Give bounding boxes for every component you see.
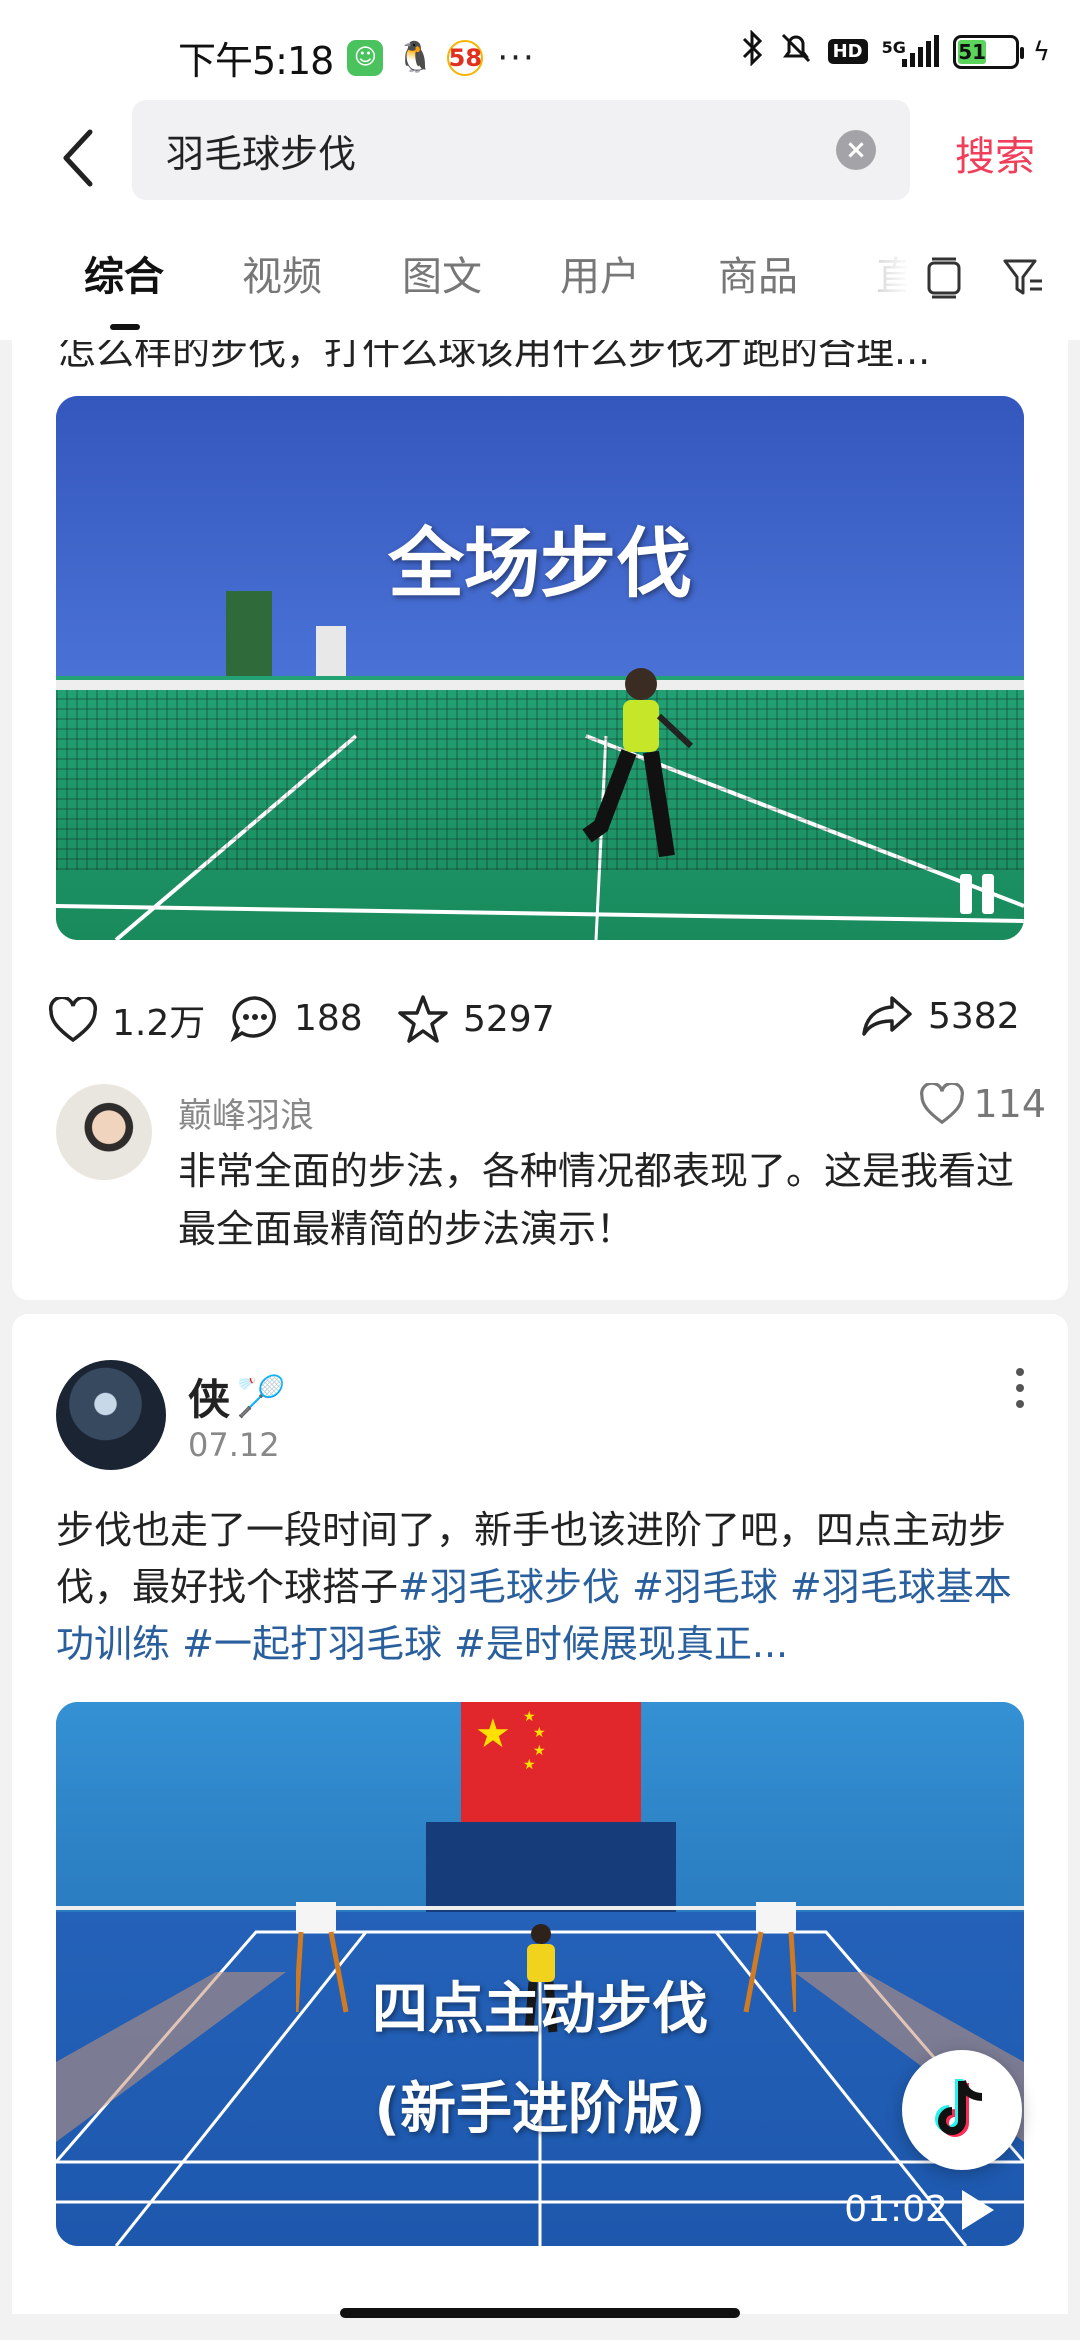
video-title-line2: (新手进阶版): [374, 2077, 706, 2142]
comment-like-count: 114: [973, 1082, 1046, 1126]
net-mesh: [56, 690, 1024, 870]
tab-comprehensive[interactable]: 综合: [84, 244, 164, 302]
close-icon: ×: [845, 135, 867, 165]
heart-icon: [48, 997, 98, 1043]
status-left: 下午5:18 ☺ 🐧 58 ···: [178, 30, 536, 85]
share-count: 5382: [928, 995, 1020, 1037]
58-app-icon: 58: [447, 39, 484, 76]
post-date: 07.12: [188, 1426, 280, 1464]
search-header: × 搜索: [0, 100, 1080, 230]
comment-like-button[interactable]: 114: [919, 1082, 1046, 1126]
pause-button[interactable]: [960, 874, 994, 914]
net-band: [56, 680, 1024, 690]
tab-products[interactable]: 商品: [718, 244, 798, 302]
flag: ★ ★ ★ ★ ★: [461, 1702, 641, 1822]
post-text-truncated[interactable]: 怎么样的步伐，打什么球该用什么步伐才跑的合理...: [58, 340, 1018, 370]
status-time: 下午5:18: [178, 39, 334, 83]
filter-tabs: 综合 视频 图文 用户 商品 直: [0, 230, 1080, 340]
bluetooth-icon: [740, 29, 764, 73]
status-right: HD 5G 51 ϟ: [740, 29, 1050, 73]
comment-count: 188: [294, 997, 363, 1039]
comment-text: 非常全面的步法，各种情况都表现了。这是我看过最全面最精简的步法演示！: [178, 1149, 1015, 1251]
status-bar: 下午5:18 ☺ 🐧 58 ··· HD 5G 51 ϟ: [0, 0, 1080, 100]
search-input[interactable]: [166, 128, 766, 172]
search-box[interactable]: ×: [132, 100, 910, 200]
tab-fade: [850, 230, 910, 330]
tab-video[interactable]: 视频: [242, 244, 322, 302]
post-author[interactable]: 侠 🏸: [188, 1366, 286, 1427]
search-submit-button[interactable]: 搜索: [955, 124, 1035, 182]
home-indicator[interactable]: [340, 2308, 740, 2318]
network-type: 5G: [881, 37, 906, 57]
like-count: 1.2万: [112, 1003, 206, 1044]
post-card[interactable]: 侠 🏸 07.12 步伐也走了一段时间了，新手也该进阶了吧，四点主动步伐，最好找个…: [12, 1314, 1068, 2314]
avatar[interactable]: [56, 1360, 166, 1470]
share-button[interactable]: 5382: [860, 994, 1020, 1038]
douyin-icon: [935, 2079, 983, 2137]
favorite-button[interactable]: 5297: [397, 994, 555, 1044]
comment-icon: [230, 996, 276, 1042]
video-player[interactable]: ★ ★ ★ ★ ★ 四点主动步伐 (新手进阶版) 01:02: [56, 1702, 1024, 2246]
hashtag[interactable]: #羽毛球: [632, 1565, 778, 1609]
post-text[interactable]: 步伐也走了一段时间了，新手也该进阶了吧，四点主动步伐，最好找个球搭子#羽毛球步伐…: [56, 1502, 1026, 1673]
hd-icon: HD: [827, 39, 868, 64]
video-duration[interactable]: 01:02: [844, 2189, 994, 2230]
post-card[interactable]: 怎么样的步伐，打什么球该用什么步伐才跑的合理... 全场步伐 1.2万 188 …: [12, 340, 1068, 1300]
filter-icon[interactable]: [1000, 254, 1048, 302]
post-actions: 1.2万 188 5297 5382: [12, 980, 1068, 1060]
charging-icon: ϟ: [1032, 36, 1050, 67]
mute-bell-icon: [778, 30, 814, 73]
tab-image-text[interactable]: 图文: [402, 244, 482, 302]
more-options-button[interactable]: [1016, 1368, 1024, 1408]
star-icon: [398, 995, 448, 1043]
hashtag[interactable]: #是时候展现真正...: [454, 1622, 788, 1666]
wechat-icon: ☺: [347, 39, 384, 76]
comment-button[interactable]: 188: [230, 994, 363, 1042]
battery-level: 51: [957, 39, 987, 64]
clear-search-button[interactable]: ×: [836, 130, 876, 170]
tab-users[interactable]: 用户: [560, 244, 640, 302]
duration-text: 01:02: [844, 2189, 948, 2230]
hashtag[interactable]: #一起打羽毛球: [182, 1622, 442, 1666]
active-tab-indicator: [110, 324, 140, 330]
signal-icon: [901, 34, 939, 67]
layout-toggle-icon[interactable]: [920, 254, 968, 302]
hashtag[interactable]: #羽毛球步伐: [398, 1565, 620, 1609]
qq-icon: 🐧: [396, 39, 435, 76]
more-notifications-icon: ···: [497, 37, 536, 78]
video-title-line1: 四点主动步伐: [372, 1977, 708, 2042]
top-comment[interactable]: 巅峰羽浪 114 非常全面的步法，各种情况都表现了。这是我看过最全面最精简的步法…: [12, 1080, 1068, 1280]
like-button[interactable]: 1.2万: [48, 994, 205, 1046]
favorite-count: 5297: [463, 998, 555, 1040]
badminton-icon: 🏸: [236, 1374, 286, 1420]
video-player[interactable]: 全场步伐: [56, 396, 1024, 940]
battery-icon: 51: [952, 34, 1024, 69]
douyin-logo-button[interactable]: [902, 2050, 1022, 2170]
avatar[interactable]: [56, 1084, 152, 1180]
video-title-overlay: 全场步伐: [388, 519, 692, 608]
comment-author[interactable]: 巅峰羽浪: [178, 1088, 314, 1137]
player-figure: [582, 668, 694, 858]
chevron-left-icon: [63, 129, 93, 187]
share-icon: [862, 996, 912, 1036]
back-button[interactable]: [48, 118, 108, 198]
heart-icon: [920, 1083, 965, 1125]
play-icon: [962, 2189, 994, 2230]
